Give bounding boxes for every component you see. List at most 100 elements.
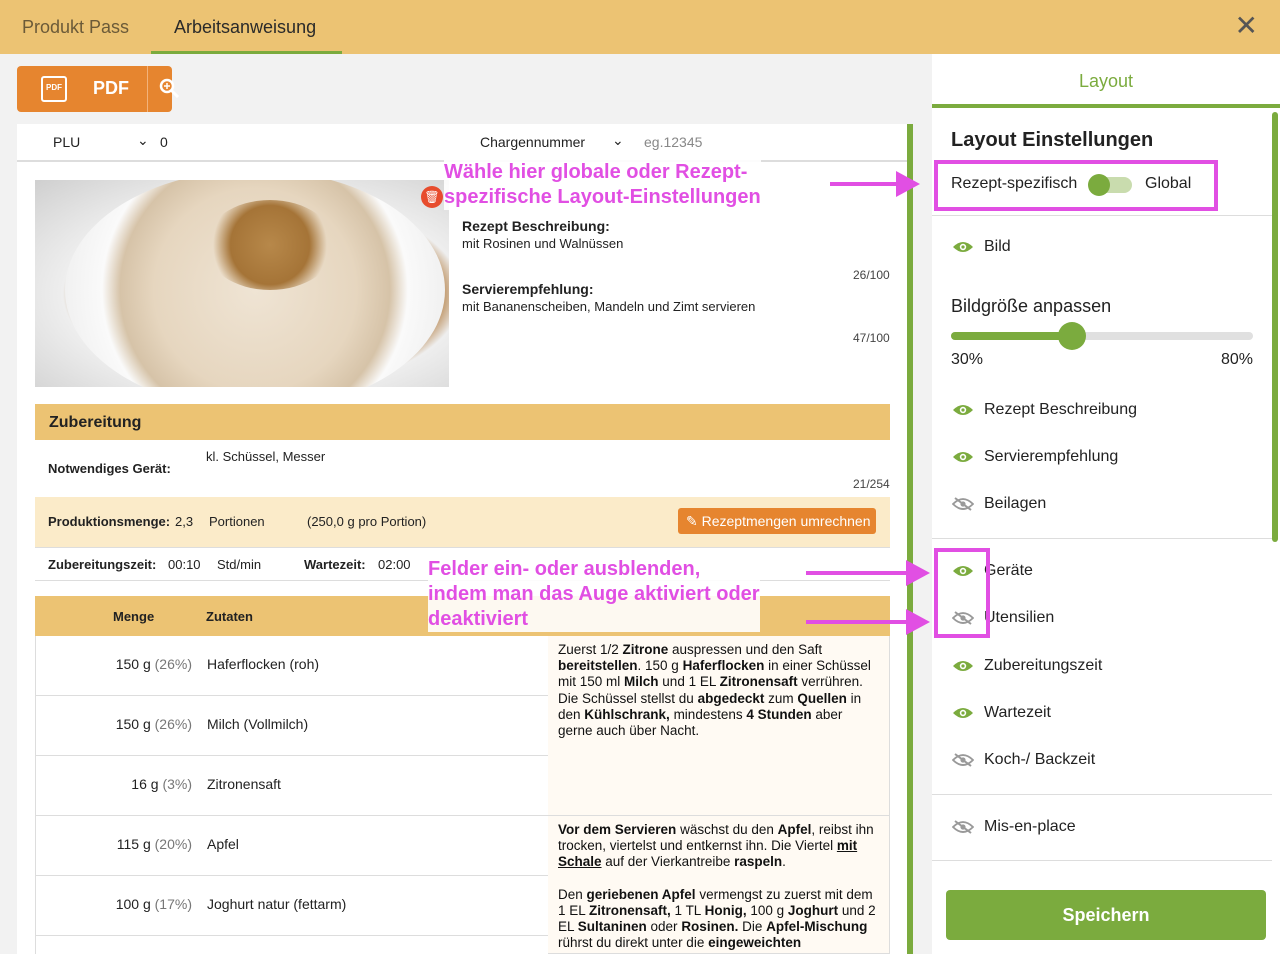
annotation-arrow <box>830 182 900 186</box>
plu-label: PLU <box>53 134 81 150</box>
field-label: Geräte <box>984 562 1033 579</box>
document-scrollbar[interactable] <box>907 124 913 954</box>
sidebar-scrollbar[interactable] <box>1272 112 1278 542</box>
annotation-highlight-box <box>934 160 1218 211</box>
umrechnen-label: Rezeptmengen umrechnen <box>701 513 871 529</box>
ingredient-pct: (17%) <box>154 896 192 912</box>
divider <box>932 538 1272 539</box>
image-size-slider[interactable] <box>951 322 1253 350</box>
serv-counter: 47/100 <box>853 331 890 345</box>
zeit-value[interactable]: 00:10 <box>168 557 201 572</box>
eye-icon[interactable] <box>952 659 974 673</box>
field-label: Wartezeit <box>984 704 1051 721</box>
table-row[interactable]: 150 g (26%) Milch (Vollmilch) <box>36 696 549 756</box>
ingredient-pct: (26%) <box>154 656 192 672</box>
desc-value[interactable]: mit Rosinen und Walnüssen <box>462 236 623 251</box>
divider <box>932 794 1272 795</box>
zeit-unit: Std/min <box>217 557 262 572</box>
ingredient-pct: (3%) <box>162 776 192 792</box>
ingredient-name: Apfel <box>207 836 239 852</box>
button-divider <box>147 66 148 112</box>
trash-icon[interactable]: 🗑 <box>421 186 443 208</box>
recipe-image <box>35 180 449 387</box>
close-icon[interactable]: ✕ <box>1235 12 1258 40</box>
eye-off-icon[interactable] <box>952 820 974 834</box>
pdf-button[interactable]: PDF PDF <box>17 66 179 112</box>
pdf-label: PDF <box>93 78 129 98</box>
annotation-line: spezifische Layout-Einstellungen <box>444 186 761 208</box>
eye-icon[interactable] <box>952 403 974 417</box>
tab-layout[interactable]: Layout <box>932 54 1280 108</box>
prod-portion: (250,0 g pro Portion) <box>307 514 427 529</box>
prod-value[interactable]: 2,3 <box>175 514 193 529</box>
sidebar-title: Layout Einstellungen <box>951 129 1154 151</box>
pencil-icon: ✎ <box>686 513 702 529</box>
annotation-highlight-box <box>934 548 990 638</box>
geraet-value[interactable]: kl. Schüssel, Messer <box>206 449 325 464</box>
field-label-bild: Bild <box>984 238 1011 255</box>
divider <box>35 547 890 548</box>
annotation-arrow <box>806 571 910 575</box>
warte-label: Wartezeit: <box>304 557 366 572</box>
chevron-down-icon[interactable]: ⌄ <box>612 132 624 149</box>
eye-off-icon[interactable] <box>952 497 974 511</box>
ingredient-name: Haferflocken (roh) <box>207 656 320 672</box>
pdf-icon: PDF <box>41 76 67 102</box>
warte-value[interactable]: 02:00 <box>378 557 411 572</box>
search-icon[interactable] <box>157 76 181 100</box>
table-row[interactable]: 115 g (20%) Apfel <box>36 816 549 876</box>
annotation-line: Wähle hier globale oder Rezept- <box>444 161 748 183</box>
ingredients-table: 150 g (26%) Haferflocken (roh) 150 g (26… <box>35 636 549 954</box>
eye-icon[interactable] <box>952 240 974 254</box>
size-max: 80% <box>1221 351 1254 368</box>
field-label: Utensilien <box>984 609 1055 626</box>
field-label: Mis-en-place <box>984 818 1076 835</box>
geraet-counter: 21/254 <box>853 477 890 491</box>
table-row[interactable]: 16 g (3%) Zitronensaft <box>36 756 549 816</box>
zeit-label: Zubereitungszeit: <box>48 557 157 572</box>
document-header-row: PLU ⌄ 0 Chargennummer ⌄ eg.12345 <box>17 124 907 162</box>
annotation-arrowhead <box>906 609 930 635</box>
eye-icon[interactable] <box>952 706 974 720</box>
ingredient-pct: (26%) <box>154 716 192 732</box>
slider-thumb[interactable] <box>1057 322 1086 350</box>
rezeptmengen-umrechnen-button[interactable]: ✎ Rezeptmengen umrechnen <box>678 508 876 534</box>
save-button[interactable]: Speichern <box>946 890 1266 940</box>
col-zutaten: Zutaten <box>206 609 253 624</box>
size-title: Bildgröße anpassen <box>951 296 1112 316</box>
table-row[interactable]: 100 g (17%) Joghurt natur (fettarm) <box>36 876 549 936</box>
annotation-arrowhead <box>906 560 930 586</box>
chevron-down-icon[interactable]: ⌄ <box>137 132 149 149</box>
ingredient-qty: 100 g <box>115 896 151 912</box>
table-row[interactable]: 150 g (26%) Haferflocken (roh) <box>36 636 549 696</box>
instruction-step-1[interactable]: Zuerst 1/2 Zitrone auspressen und den Sa… <box>548 636 890 816</box>
ingredient-qty: 150 g <box>115 656 151 672</box>
ingredient-qty: 16 g <box>131 776 159 792</box>
col-menge: Menge <box>113 609 155 624</box>
prod-unit: Portionen <box>209 514 265 529</box>
field-label: Zubereitungszeit <box>984 657 1103 674</box>
instruction-step-2[interactable]: Vor dem Servieren wäschst du den Apfel, … <box>548 816 890 954</box>
annotation-line: indem man das Auge aktiviert oder <box>428 583 760 605</box>
annotation-line: deaktiviert <box>428 608 529 630</box>
field-label: Beilagen <box>984 495 1047 512</box>
eye-off-icon[interactable] <box>952 753 974 767</box>
annotation-line: Felder ein- oder ausblenden, <box>428 558 701 580</box>
annotation-top: Wähle hier globale oder Rezept- spezifis… <box>444 160 761 210</box>
serv-value[interactable]: mit Bananenscheiben, Mandeln und Zimt se… <box>462 299 755 314</box>
field-label: Servierempfehlung <box>984 448 1119 465</box>
charge-input[interactable]: eg.12345 <box>644 134 702 150</box>
divider <box>932 215 1272 216</box>
plu-value[interactable]: 0 <box>160 134 168 150</box>
ingredient-name: Zitronensaft <box>207 776 281 792</box>
size-min: 30% <box>951 351 984 368</box>
ingredient-qty: 115 g <box>116 836 151 852</box>
desc-label: Rezept Beschreibung: <box>462 218 610 234</box>
tab-arbeitsanweisung[interactable]: Arbeitsanweisung <box>151 0 342 54</box>
ingredient-pct: (20%) <box>154 836 192 852</box>
divider <box>932 860 1272 861</box>
eye-icon[interactable] <box>952 450 974 464</box>
tab-produkt-pass[interactable]: Produkt Pass <box>22 0 129 54</box>
slider-fill <box>951 332 1072 340</box>
ingredient-name: Joghurt natur (fettarm) <box>207 896 347 912</box>
